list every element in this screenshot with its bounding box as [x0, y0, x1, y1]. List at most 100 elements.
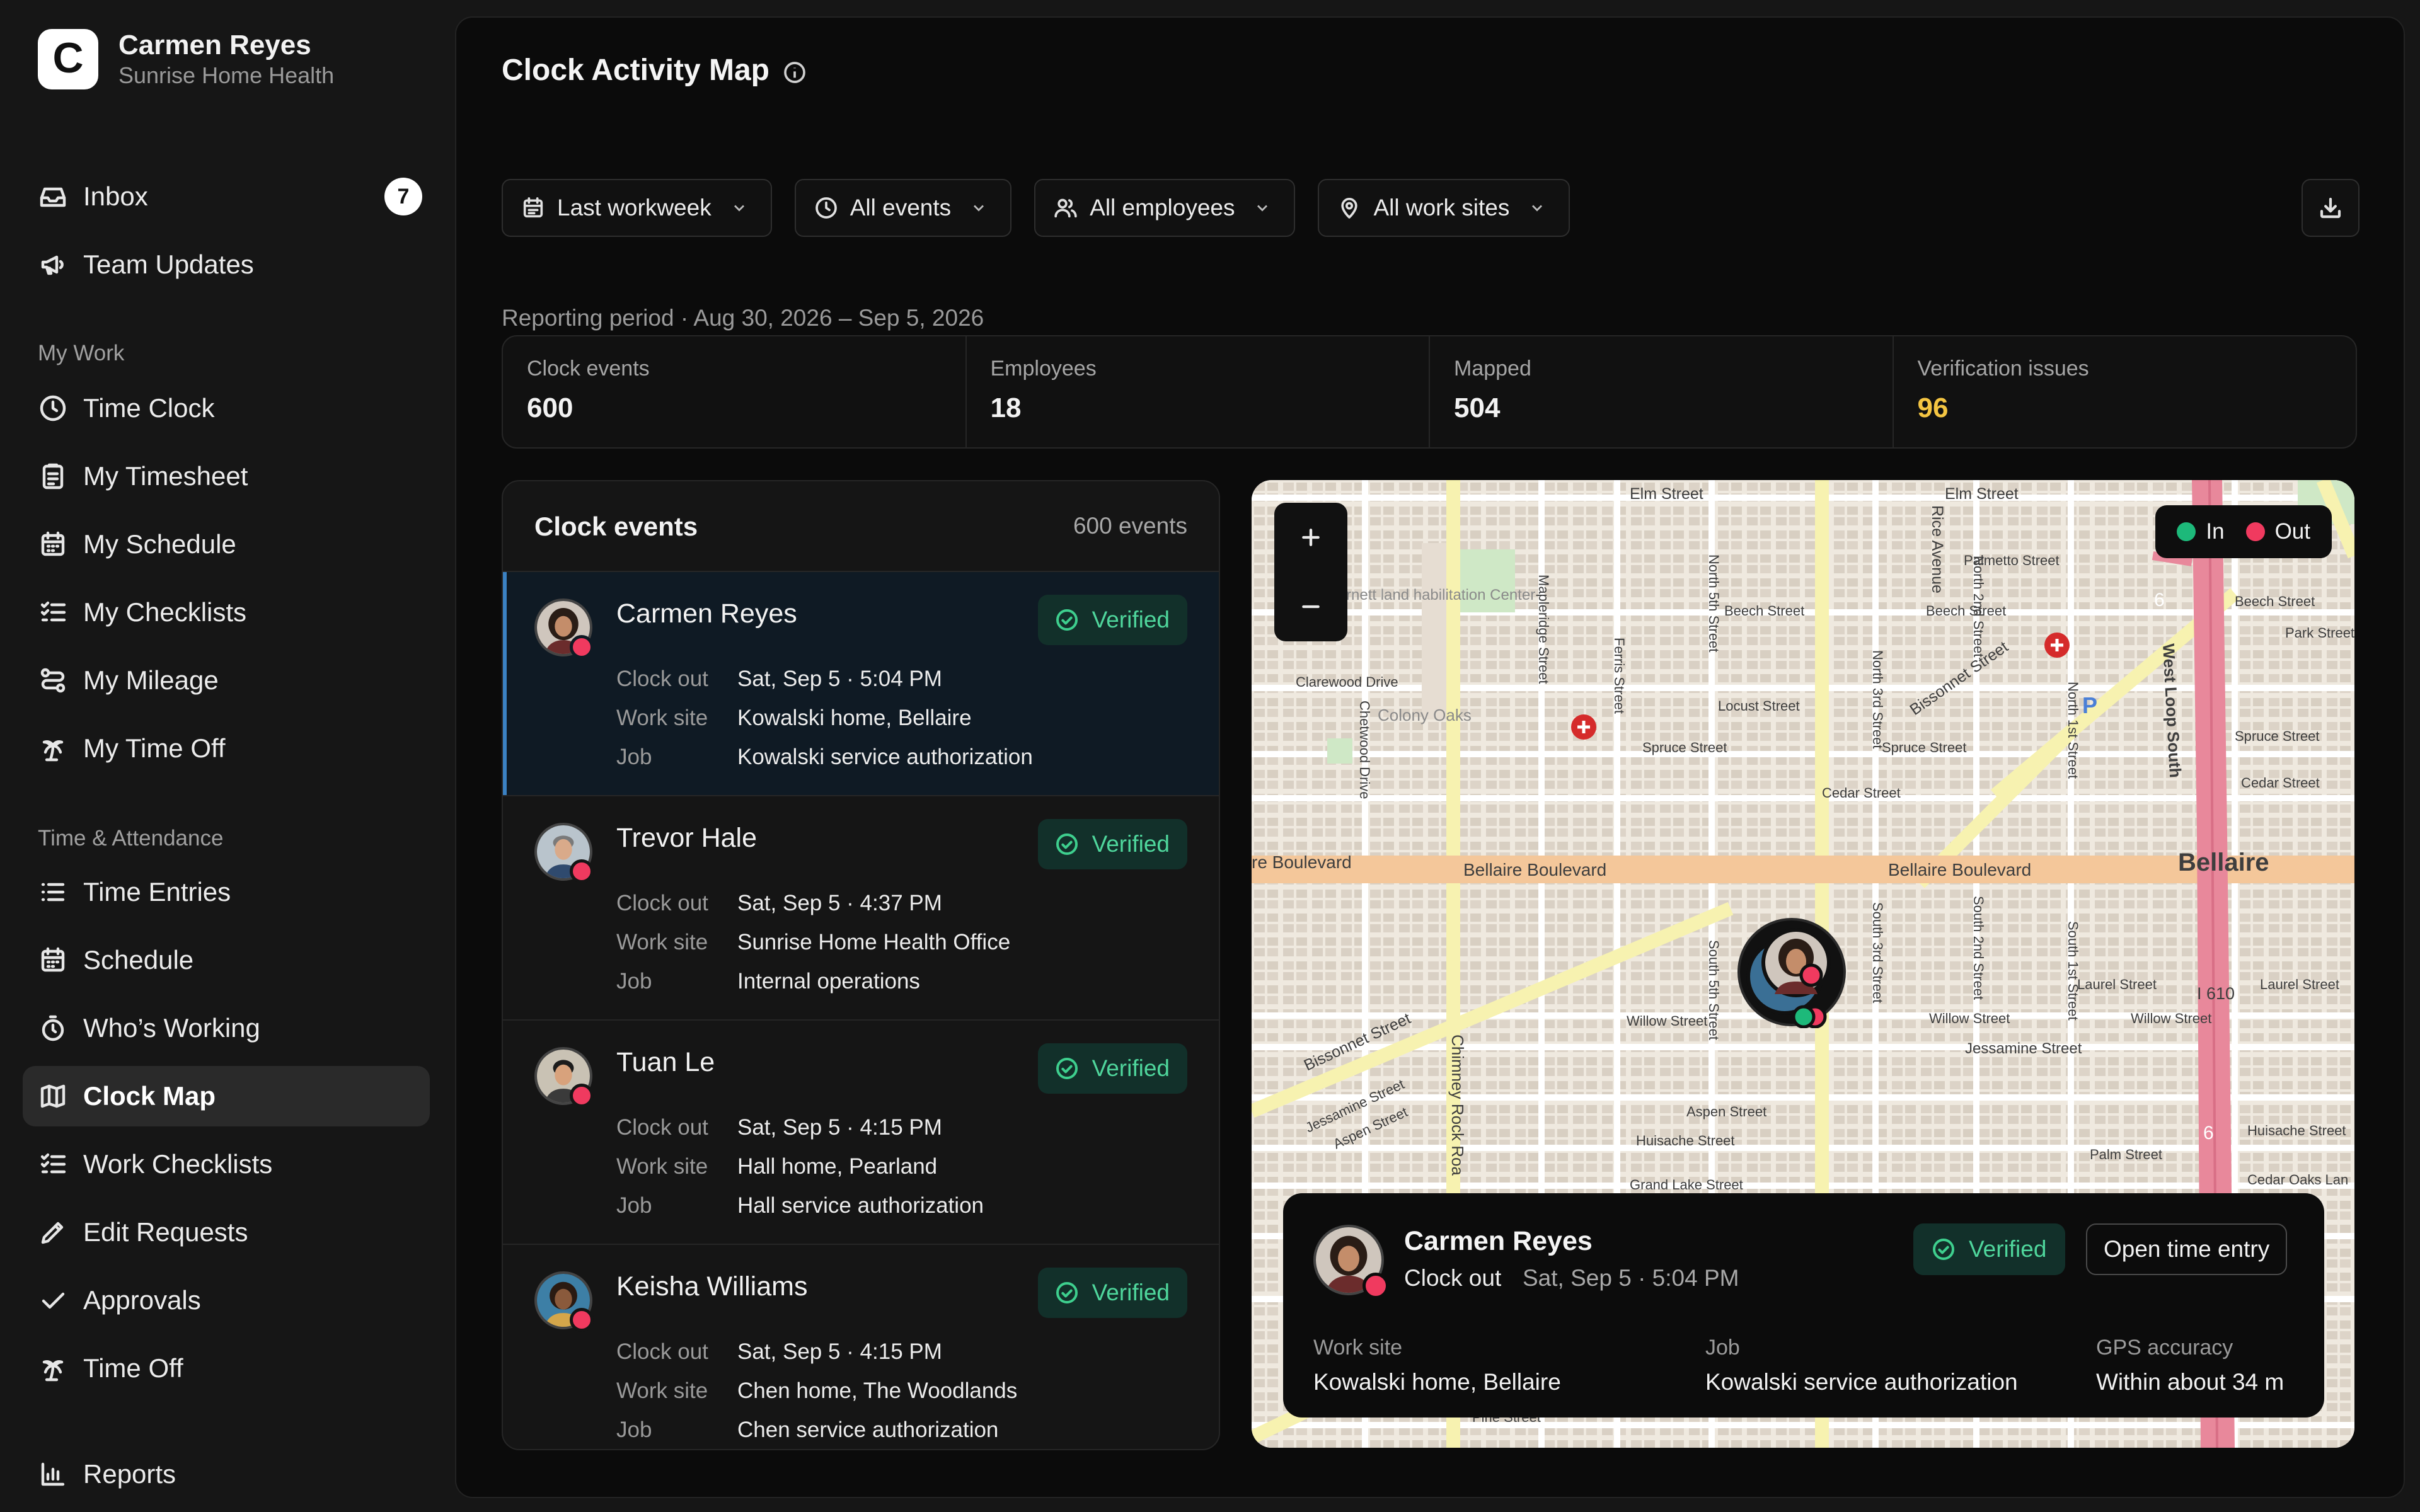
employee-name: Keisha Williams	[616, 1271, 808, 1302]
route-icon	[38, 665, 68, 696]
account-switcher[interactable]: C Carmen Reyes Sunrise Home Health	[38, 29, 334, 89]
stat-mapped: Mapped 504	[1430, 336, 1894, 447]
employee-name: Tuan Le	[616, 1047, 715, 1077]
clock-event-row[interactable]: Tuan Le Verified Clock out Sat, Sep 5 · 4…	[503, 1021, 1219, 1245]
sidebar-item-approvals[interactable]: Approvals	[23, 1270, 430, 1331]
clock-event-row[interactable]: Keisha Williams Verified Clock out Sat, S…	[503, 1245, 1219, 1449]
map-label: Willow Street	[2131, 1011, 2211, 1026]
map-label: Cedar Oaks Lan	[2247, 1172, 2348, 1188]
event-detail-popup: Carmen Reyes Clock out Sat, Sep 5 · 5:04…	[1283, 1193, 2324, 1418]
map-label: Chimney Rock Roa	[1448, 1034, 1467, 1176]
map-label: Beech Street	[1724, 603, 1804, 619]
map-cluster-marker[interactable]	[1736, 916, 1848, 1029]
job-value: Kowalski service authorization	[737, 745, 1033, 769]
megaphone-icon	[38, 249, 68, 280]
chevron-down-icon	[1528, 199, 1546, 217]
map-label: Elm Street	[1945, 485, 2019, 503]
map-label: Palm Street	[2090, 1147, 2162, 1162]
download-button[interactable]	[2302, 179, 2360, 237]
plus-icon	[1302, 529, 1320, 546]
event-type-filter[interactable]: All events	[794, 179, 1012, 237]
map-label: North 1st Street	[2065, 682, 2081, 779]
company-logo: C	[38, 29, 98, 89]
map-label: Beech Street	[1926, 603, 2006, 619]
stat-value: 96	[1917, 392, 1949, 423]
event-time: Sat, Sep 5 · 4:37 PM	[737, 891, 942, 915]
sidebar-item-time-entries[interactable]: Time Entries	[23, 862, 430, 922]
work-site-label: Work site	[616, 1378, 708, 1403]
clipboard-icon	[38, 461, 68, 491]
sidebar-item-inbox[interactable]: Inbox 7	[23, 166, 430, 227]
job-label: Job	[616, 745, 652, 769]
event-action-label: Clock out	[616, 1115, 708, 1140]
legend-out-label: Out	[2274, 519, 2310, 544]
zoom-out-button[interactable]	[1274, 572, 1347, 641]
work-site-value: Kowalski home, Bellaire	[737, 706, 972, 730]
check-icon	[38, 1285, 68, 1315]
map-label: Jessamine Street	[1965, 1040, 2082, 1057]
map-label: Chetwood Drive	[1357, 701, 1373, 799]
map-label: North 3rd Street	[1870, 650, 1886, 749]
map-pin-icon	[1337, 195, 1362, 220]
sidebar-item-my-mileage[interactable]: My Mileage	[23, 650, 430, 711]
sidebar-item-my-timesheet[interactable]: My Timesheet	[23, 446, 430, 507]
popup-work-site: Work site Kowalski home, Bellaire	[1313, 1336, 1561, 1395]
map-label: South 1st Street	[2065, 921, 2081, 1021]
sidebar-item-label: Who’s Working	[83, 1013, 260, 1043]
map-icon	[38, 1081, 68, 1111]
sidebar-item-whos-working[interactable]: Who’s Working	[23, 998, 430, 1058]
map-label: rnett land habilitation Center	[1346, 587, 1535, 604]
sidebar-item-schedule[interactable]: Schedule	[23, 930, 430, 990]
map-label: Willow Street	[1627, 1013, 1707, 1029]
sidebar-item-label: Inbox	[83, 181, 148, 211]
checklist-icon	[38, 597, 68, 627]
page-title-text: Clock Activity Map	[502, 54, 769, 87]
sidebar-item-my-checklists[interactable]: My Checklists	[23, 582, 430, 643]
legend-in-dot	[2177, 522, 2196, 541]
check-circle-icon	[1056, 1058, 1078, 1079]
page-title: Clock Activity Map	[502, 53, 807, 88]
map-label: Grand Lake Street	[1630, 1177, 1743, 1193]
sidebar-item-label: Clock Map	[83, 1081, 216, 1111]
work-site-label: Work site	[616, 706, 708, 730]
map-label: Willow Street	[1929, 1011, 2010, 1026]
sidebar-item-reports[interactable]: Reports	[23, 1444, 430, 1504]
sidebar-item-label: My Time Off	[83, 733, 226, 763]
event-time: Sat, Sep 5 · 5:04 PM	[737, 667, 942, 691]
sidebar-item-time-clock[interactable]: Time Clock	[23, 378, 430, 438]
calendar-icon	[521, 195, 546, 220]
sidebar-item-edit-requests[interactable]: Edit Requests	[23, 1202, 430, 1263]
verified-badge: Verified	[1037, 1043, 1187, 1094]
sidebar-item-my-time-off[interactable]: My Time Off	[23, 718, 430, 779]
open-time-entry-button[interactable]: Open time entry	[2086, 1223, 2288, 1275]
download-icon	[2320, 197, 2341, 219]
check-circle-icon	[1933, 1239, 1954, 1260]
verified-badge: Verified	[1037, 1268, 1187, 1318]
map-label: Huisache Street	[1636, 1133, 1735, 1148]
zoom-in-button[interactable]	[1274, 503, 1347, 572]
chevron-down-icon	[1253, 199, 1271, 217]
map-label: Mapleridge Street	[1536, 575, 1552, 684]
clock-map[interactable]: Elm Street Elm Street Rice Avenue Palmet…	[1252, 480, 2354, 1448]
period-filter[interactable]: Last workweek	[502, 179, 772, 237]
chevron-down-icon	[970, 199, 988, 217]
sidebar-item-work-checklists[interactable]: Work Checklists	[23, 1134, 430, 1194]
verified-badge: Verified	[1037, 595, 1187, 645]
work-site-filter[interactable]: All work sites	[1318, 179, 1570, 237]
info-icon[interactable]	[782, 58, 807, 83]
clock-events-title: Clock events	[534, 512, 698, 541]
clock-event-row[interactable]: Carmen Reyes Verified Clock out Sat, Sep …	[503, 572, 1219, 796]
sidebar-item-clock-map[interactable]: Clock Map	[23, 1066, 430, 1126]
sidebar-item-time-off[interactable]: Time Off	[23, 1338, 430, 1399]
sidebar-item-team-updates[interactable]: Team Updates	[23, 234, 430, 295]
clock-event-row[interactable]: Trevor Hale Verified Clock out Sat, Sep 5…	[503, 796, 1219, 1021]
clock-out-indicator	[570, 635, 594, 659]
employee-filter[interactable]: All employees	[1034, 179, 1296, 237]
event-action-label: Clock out	[616, 667, 708, 691]
popup-event-time: Sat, Sep 5 · 5:04 PM	[1523, 1265, 1739, 1291]
event-action-label: Clock out	[616, 1339, 708, 1364]
palm-tree-icon	[38, 1353, 68, 1383]
legend-out-dot	[2245, 522, 2265, 541]
map-label: North 2nd Street	[1971, 556, 1986, 657]
sidebar-item-my-schedule[interactable]: My Schedule	[23, 514, 430, 575]
